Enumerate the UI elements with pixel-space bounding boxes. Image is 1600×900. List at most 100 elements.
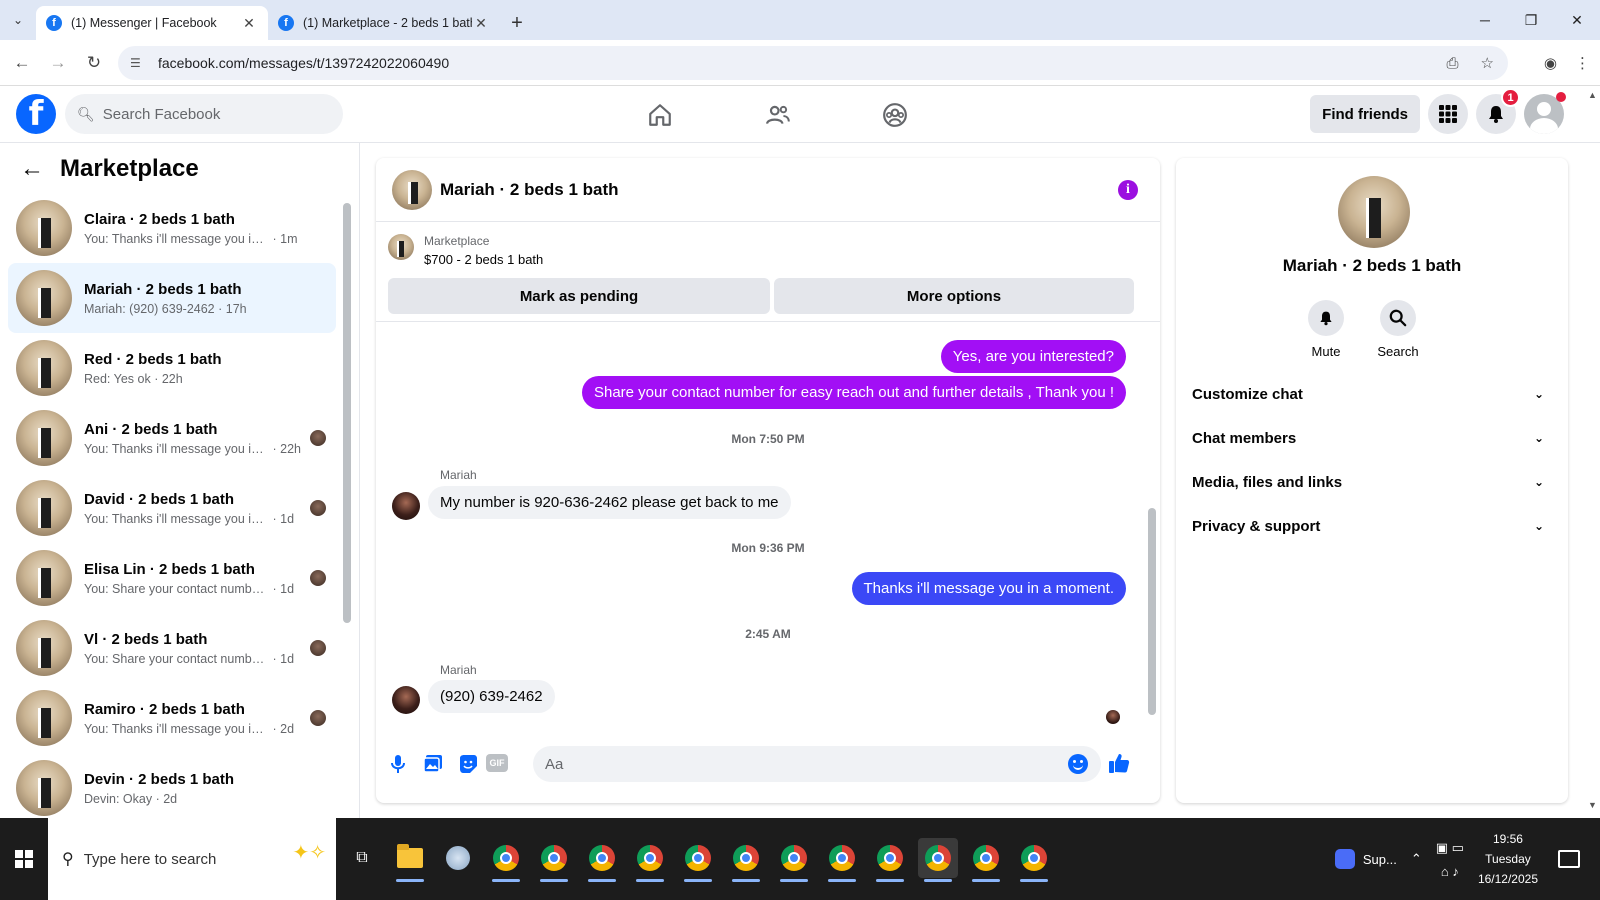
browser-tab-marketplace[interactable]: f (1) Marketplace - 2 beds 1 bath ✕	[268, 6, 500, 40]
chrome-window[interactable]	[822, 838, 862, 882]
site-info-icon[interactable]: ☰	[130, 56, 148, 70]
mute-action[interactable]: Mute	[1296, 300, 1356, 359]
info-listing-thumbnail[interactable]	[1338, 176, 1410, 248]
back-arrow-icon[interactable]: ←	[20, 155, 44, 183]
outgoing-message: Thanks i'll message you in a moment.	[851, 572, 1126, 605]
page-scrollbar[interactable]: ▲ ▼	[1584, 88, 1600, 810]
microphone-icon[interactable]	[386, 752, 410, 776]
nav-groups[interactable]	[845, 86, 945, 143]
sender-avatar[interactable]	[392, 492, 420, 520]
conversation-list-scrollbar[interactable]	[343, 203, 351, 623]
chat-members-row[interactable]: Chat members ⌄	[1192, 418, 1552, 458]
bookmark-star-icon[interactable]: ☆	[1481, 54, 1494, 72]
chat-scrollbar[interactable]	[1148, 508, 1156, 715]
chat-title[interactable]: Mariah · 2 beds 1 bath	[440, 180, 619, 200]
conversation-item-active[interactable]: Mariah · 2 beds 1 bath Mariah: (920) 639…	[8, 263, 336, 333]
tray-overflow-chevron-icon[interactable]: ⌃	[1411, 851, 1422, 867]
notifications-button[interactable]: 1	[1476, 88, 1520, 134]
pinned-app[interactable]	[438, 838, 478, 878]
conversation-item[interactable]: Red · 2 beds 1 bath Red: Yes ok · 22h	[8, 333, 336, 403]
more-options-button[interactable]: More options	[774, 278, 1134, 314]
conversation-item[interactable]: Vl · 2 beds 1 bath You: Share your conta…	[8, 613, 336, 683]
conversation-time: · 2d	[155, 791, 178, 806]
thumbs-up-icon[interactable]	[1106, 750, 1132, 776]
conversation-item[interactable]: Claira · 2 beds 1 bath You: Thanks i'll …	[8, 193, 336, 263]
chrome-window[interactable]	[678, 838, 718, 882]
listing-price-title[interactable]: $700 - 2 beds 1 bath	[424, 252, 543, 267]
tab-search-icon[interactable]: ⌄	[0, 0, 36, 40]
chrome-window[interactable]	[534, 838, 574, 882]
emoji-icon[interactable]	[1068, 754, 1088, 774]
minimize-button[interactable]: ─	[1462, 0, 1508, 40]
clock[interactable]: 19:56 Tuesday 16/12/2025	[1478, 829, 1538, 889]
gallery-icon[interactable]	[421, 752, 445, 776]
tray-status-icons[interactable]: ▣ ▭ ⌂ ♪	[1436, 840, 1464, 879]
nav-friends[interactable]	[728, 86, 828, 143]
task-view-icon[interactable]: ⧉	[350, 846, 374, 870]
facebook-search-input[interactable]: 🔍︎ Search Facebook	[65, 94, 343, 134]
read-receipt-avatar	[1106, 710, 1120, 724]
chrome-window[interactable]	[486, 838, 526, 882]
sticker-icon[interactable]	[456, 752, 480, 776]
conversation-item[interactable]: Devin · 2 beds 1 bath Devin: Okay · 2d	[8, 753, 336, 818]
profile-icon[interactable]: ◉	[1544, 54, 1557, 72]
chrome-window[interactable]	[870, 838, 910, 882]
nav-home[interactable]	[610, 86, 710, 143]
conversation-item[interactable]: Ani · 2 beds 1 bath You: Thanks i'll mes…	[8, 403, 336, 473]
find-friends-button[interactable]: Find friends	[1310, 95, 1420, 133]
notification-badge: 1	[1501, 88, 1520, 107]
media-files-links-row[interactable]: Media, files and links ⌄	[1192, 462, 1552, 502]
notification-center-icon[interactable]	[1558, 850, 1580, 868]
chrome-window-active[interactable]	[918, 838, 958, 882]
chevron-down-icon: ⌄	[1533, 475, 1544, 489]
close-window-button[interactable]: ✕	[1554, 0, 1600, 40]
customize-chat-row[interactable]: Customize chat ⌄	[1192, 374, 1552, 414]
listing-small-thumbnail[interactable]	[388, 234, 414, 260]
menu-grid-button[interactable]	[1428, 94, 1468, 134]
conversation-time: · 22h	[272, 441, 301, 456]
back-icon[interactable]: ←	[4, 53, 40, 73]
chrome-icon	[829, 845, 855, 871]
chrome-window[interactable]	[774, 838, 814, 882]
new-tab-button[interactable]: +	[500, 6, 534, 40]
conversation-info-icon[interactable]: i	[1118, 180, 1138, 200]
conversation-item[interactable]: Elisa Lin · 2 beds 1 bath You: Share you…	[8, 543, 336, 613]
conversation-time: · 1d	[272, 511, 295, 526]
chrome-icon	[781, 845, 807, 871]
url-field[interactable]: ☰ facebook.com/messages/t/13972420220604…	[118, 46, 1508, 80]
search-action[interactable]: Search	[1368, 300, 1428, 359]
chrome-window[interactable]	[630, 838, 670, 882]
mark-pending-button[interactable]: Mark as pending	[388, 278, 770, 314]
file-explorer-app[interactable]	[390, 838, 430, 882]
reload-icon[interactable]: ↻	[76, 53, 112, 73]
forward-icon[interactable]: →	[40, 53, 76, 73]
chrome-window[interactable]	[966, 838, 1006, 882]
sender-name: Mariah	[440, 468, 477, 482]
scroll-up-icon[interactable]: ▲	[1588, 90, 1597, 100]
scroll-down-icon[interactable]: ▼	[1588, 800, 1597, 810]
maximize-button[interactable]: ❐	[1508, 0, 1554, 40]
chrome-window[interactable]	[582, 838, 622, 882]
sender-avatar[interactable]	[392, 686, 420, 714]
zoom-app[interactable]: Sup...	[1334, 849, 1397, 869]
facebook-logo-icon[interactable]: f	[16, 94, 56, 134]
message-timestamp: Mon 9:36 PM	[731, 541, 805, 555]
conversation-item[interactable]: Ramiro · 2 beds 1 bath You: Thanks i'll …	[8, 683, 336, 753]
chrome-window[interactable]	[726, 838, 766, 882]
close-tab-icon[interactable]: ✕	[240, 15, 258, 32]
taskbar-search-box[interactable]: ⚲ Type here to search ✦✧	[48, 818, 336, 900]
privacy-support-row[interactable]: Privacy & support ⌄	[1192, 506, 1552, 546]
conversation-item[interactable]: David · 2 beds 1 bath You: Thanks i'll m…	[8, 473, 336, 543]
gif-icon[interactable]: GIF	[486, 754, 508, 772]
install-app-icon[interactable]: ⎙	[1447, 55, 1459, 72]
marketplace-listing-box: Marketplace $700 - 2 beds 1 bath Mark as…	[376, 222, 1160, 322]
start-button[interactable]	[0, 818, 48, 900]
browser-menu-icon[interactable]: ⋮	[1575, 54, 1590, 72]
chat-listing-thumbnail[interactable]	[392, 169, 432, 210]
search-label: Search	[1377, 344, 1419, 359]
message-input[interactable]	[533, 746, 1101, 782]
search-highlight-icon: ✦✧	[292, 842, 326, 864]
browser-tab-messenger[interactable]: f (1) Messenger | Facebook ✕	[36, 6, 268, 40]
chrome-window[interactable]	[1014, 838, 1054, 882]
close-tab-icon[interactable]: ✕	[472, 15, 490, 32]
